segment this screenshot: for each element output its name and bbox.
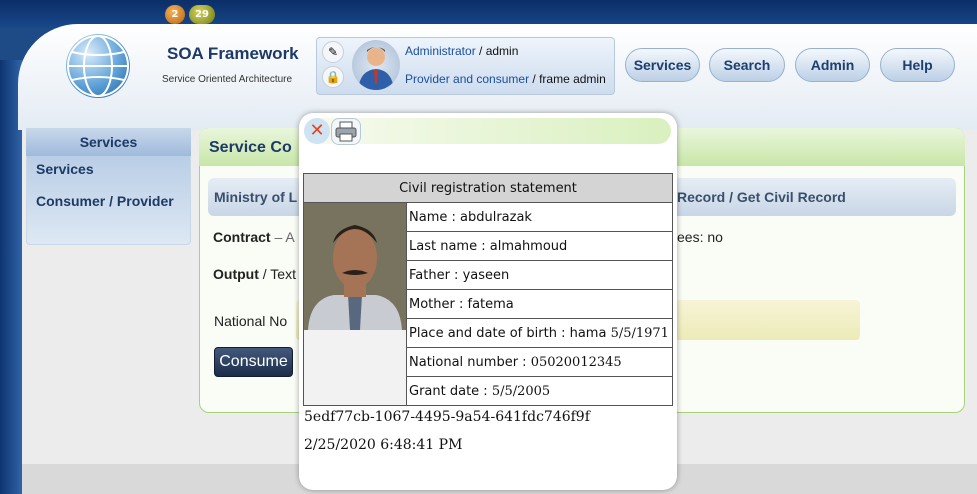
sidebar-item-services[interactable]: Services (36, 161, 94, 177)
birth-cell: Place and date of birth : hama 5/5/1971 (406, 318, 673, 348)
sidebar-item-consumer-provider[interactable]: Consumer / Provider (36, 193, 174, 209)
request-guid: 5edf77cb-1067-4495-9a54-641fdc746f9f (304, 409, 590, 425)
service-panel-title: Service Co (209, 139, 292, 156)
breadcrumb-service[interactable]: Record / Get Civil Record (677, 189, 846, 205)
nav-help-button[interactable]: Help (880, 48, 955, 82)
lock-icon[interactable]: 🔒 (322, 66, 344, 88)
contract-line: Contract – A (213, 229, 295, 245)
grant-date-label: Grant date : (409, 383, 492, 399)
national-number-value: 05020012345 (530, 354, 622, 370)
contract-label: Contract (213, 229, 271, 245)
national-number-cell: National number : 05020012345 (406, 347, 673, 377)
user-type-line: Provider and consumer / frame admin (405, 72, 606, 86)
breadcrumb-ministry[interactable]: Ministry of L (214, 189, 297, 205)
user-avatar (352, 40, 400, 90)
app-subtitle: Service Oriented Architecture (162, 74, 293, 85)
father-value: yaseen (462, 267, 510, 283)
role-link[interactable]: Administrator (405, 44, 476, 58)
mother-value: fatema (467, 296, 514, 312)
last-name-cell: Last name : almahmoud (406, 231, 673, 261)
user-name-value: frame admin (539, 72, 606, 86)
nav-search-button[interactable]: Search (709, 48, 785, 82)
role-value: admin (485, 44, 519, 58)
consume-button[interactable]: Consume (214, 347, 293, 377)
name-value: abdulrazak (460, 209, 532, 225)
national-no-label: National No (214, 313, 288, 329)
birth-place-value: hama (569, 325, 607, 341)
last-name-label: Last name : (409, 238, 490, 254)
grant-date-value: 5/5/2005 (491, 383, 551, 399)
name-label: Name : (409, 209, 460, 225)
fees-text: ees: no (677, 229, 723, 245)
father-label: Father : (409, 267, 463, 283)
grant-date-cell: Grant date : 5/5/2005 (406, 376, 673, 406)
birth-label: Place and date of birth : (409, 325, 570, 341)
mother-cell: Mother : fatema (406, 289, 673, 319)
name-cell: Name : abdulrazak (406, 202, 673, 232)
close-icon[interactable]: ✕ (304, 118, 330, 144)
output-line: Output / Text (213, 266, 296, 282)
edit-pencil-icon[interactable]: ✎ (322, 41, 344, 63)
user-role-line: Administrator / admin (405, 44, 518, 58)
nav-services-button[interactable]: Services (625, 48, 700, 82)
sidebar-title: Services (26, 128, 191, 156)
person-photo (303, 202, 407, 406)
birth-date-value: 5/5/1971 (606, 325, 669, 341)
user-type-separator: / (529, 72, 540, 86)
app-title: SOA Framework (167, 44, 299, 63)
user-type-link[interactable]: Provider and consumer (405, 72, 529, 86)
national-number-label: National number : (409, 354, 531, 370)
output-label: Output (213, 266, 259, 282)
nav-admin-button[interactable]: Admin (795, 48, 870, 82)
table-title: Civil registration statement (303, 173, 673, 203)
civil-registration-table: Civil registration statement Name : abdu… (303, 173, 673, 406)
notification-badge[interactable]: 2 (165, 5, 185, 24)
last-name-value: almahmoud (489, 238, 568, 254)
message-badge[interactable]: 29 (189, 5, 215, 24)
mother-label: Mother : (409, 296, 468, 312)
fees-value: ees: no (677, 229, 723, 245)
printer-icon[interactable] (331, 118, 361, 145)
role-separator: / (475, 44, 486, 58)
globe-logo-icon (66, 34, 130, 98)
request-timestamp: 2/25/2020 6:48:41 PM (304, 437, 463, 453)
output-value: / Text (258, 266, 296, 282)
father-cell: Father : yaseen (406, 260, 673, 290)
table-row: Name : abdulrazak (303, 202, 673, 406)
contract-value: – A (270, 229, 295, 245)
